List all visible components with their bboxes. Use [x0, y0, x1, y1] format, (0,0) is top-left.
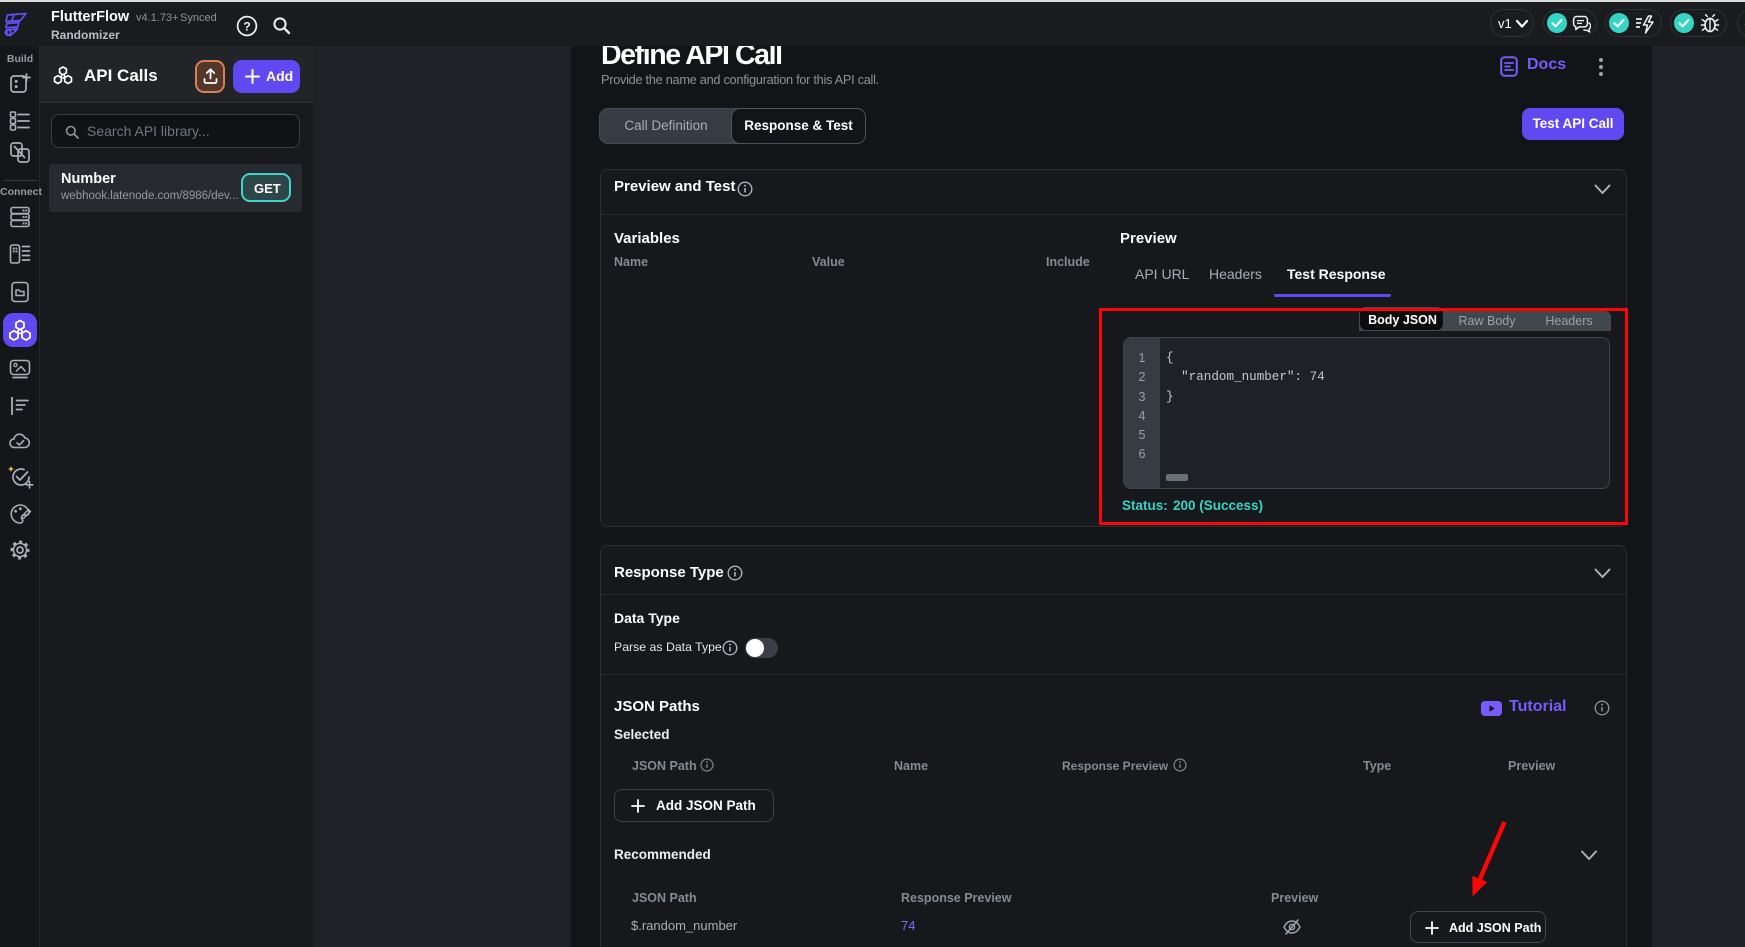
svg-text:?: ? — [243, 19, 250, 33]
